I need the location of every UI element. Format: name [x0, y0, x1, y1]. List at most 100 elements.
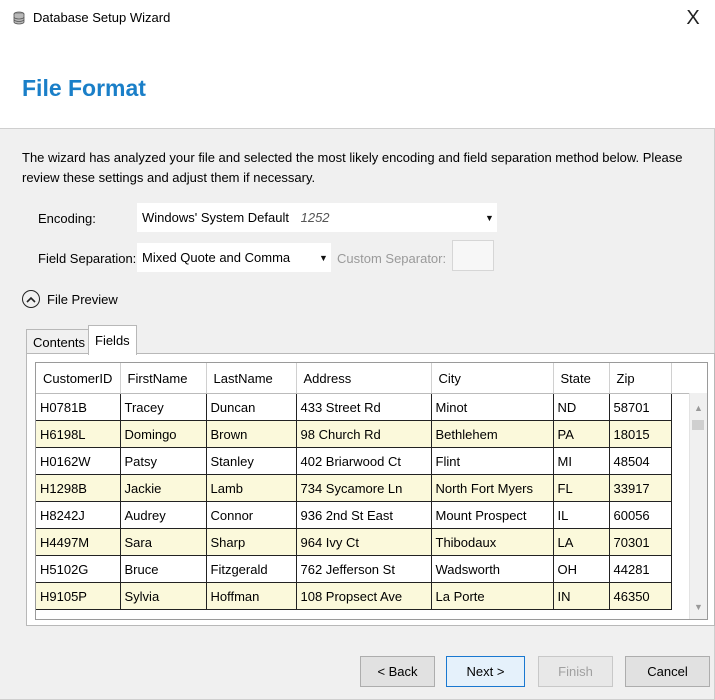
back-button[interactable]: < Back — [360, 656, 435, 687]
encoding-dropdown[interactable]: Windows' System Default 1252 ▼ — [137, 203, 497, 232]
table-row[interactable]: H0781B Tracey Duncan 433 Street Rd Minot ND 58… — [36, 393, 692, 421]
table-row[interactable]: H6198L Domingo Brown 98 Church Rd Bethlehem P… — [36, 420, 692, 448]
table-cell[interactable]: Bethlehem — [431, 420, 554, 448]
page-header: File Format — [0, 36, 715, 129]
table-cell[interactable]: Connor — [206, 501, 297, 529]
wizard-window: Database Setup Wizard X File Format The … — [0, 0, 715, 700]
table-row[interactable]: H9105P Sylvia Hoffman 108 Propsect Ave La Po… — [36, 582, 692, 610]
database-icon — [13, 11, 25, 25]
table-cell[interactable]: OH — [553, 555, 610, 583]
table-cell[interactable]: IL — [553, 501, 610, 529]
page-title: File Format — [22, 75, 146, 101]
custom-separator-input[interactable] — [452, 240, 494, 271]
column-header-address[interactable]: Address — [296, 363, 432, 394]
column-header-firstname[interactable]: FirstName — [120, 363, 207, 394]
encoding-name: Windows' System Default — [142, 210, 289, 225]
table-cell[interactable]: Sharp — [206, 528, 297, 556]
table-cell[interactable]: 734 Sycamore Ln — [296, 474, 432, 502]
table-cell[interactable]: LA — [553, 528, 610, 556]
vertical-scrollbar[interactable]: ▲ ▼ — [689, 393, 707, 619]
table-cell[interactable]: North Fort Myers — [431, 474, 554, 502]
table-cell[interactable]: Thibodaux — [431, 528, 554, 556]
table-row[interactable]: H1298B Jackie Lamb 734 Sycamore Ln North For… — [36, 474, 692, 502]
table-cell[interactable]: Lamb — [206, 474, 297, 502]
table-cell[interactable]: Wadsworth — [431, 555, 554, 583]
next-button[interactable]: Next > — [446, 656, 525, 687]
table-cell[interactable]: MI — [553, 447, 610, 475]
table-cell[interactable]: H5102G — [36, 555, 121, 583]
chevron-down-icon: ▼ — [485, 213, 494, 223]
finish-button[interactable]: Finish — [538, 656, 613, 687]
table-cell[interactable]: H8242J — [36, 501, 121, 529]
file-preview-label: File Preview — [47, 292, 118, 307]
column-header-lastname[interactable]: LastName — [206, 363, 297, 394]
tab-contents[interactable]: Contents — [26, 329, 89, 354]
column-header-city[interactable]: City — [431, 363, 554, 394]
table-cell[interactable]: Duncan — [206, 393, 297, 421]
table-cell[interactable]: 48504 — [609, 447, 672, 475]
table-cell[interactable]: H0162W — [36, 447, 121, 475]
table-cell[interactable]: H9105P — [36, 582, 121, 610]
table-cell[interactable]: 18015 — [609, 420, 672, 448]
table-cell[interactable]: Fitzgerald — [206, 555, 297, 583]
field-separation-dropdown[interactable]: Mixed Quote and Comma ▼ — [137, 243, 331, 272]
table-cell[interactable]: La Porte — [431, 582, 554, 610]
table-cell[interactable]: Bruce — [120, 555, 207, 583]
table-cell[interactable]: 60056 — [609, 501, 672, 529]
table-row[interactable]: H8242J Audrey Connor 936 2nd St East Mount P… — [36, 501, 692, 529]
chevron-down-icon: ▼ — [319, 253, 328, 263]
cancel-button[interactable]: Cancel — [625, 656, 710, 687]
table-cell[interactable]: Hoffman — [206, 582, 297, 610]
table-cell[interactable]: Jackie — [120, 474, 207, 502]
table-cell[interactable]: H6198L — [36, 420, 121, 448]
preview-collapse-button[interactable] — [22, 290, 40, 308]
table-cell[interactable]: 108 Propsect Ave — [296, 582, 432, 610]
table-cell[interactable]: 433 Street Rd — [296, 393, 432, 421]
scroll-up-icon[interactable]: ▲ — [694, 403, 703, 413]
table-row[interactable]: H0162W Patsy Stanley 402 Briarwood Ct Flint M… — [36, 447, 692, 475]
table-cell[interactable]: Tracey — [120, 393, 207, 421]
table-cell[interactable]: PA — [553, 420, 610, 448]
table-cell[interactable]: Domingo — [120, 420, 207, 448]
column-header-zip[interactable]: Zip — [609, 363, 672, 394]
table-cell[interactable]: 70301 — [609, 528, 672, 556]
table-row[interactable]: H5102G Bruce Fitzgerald 762 Jefferson St Wad… — [36, 555, 692, 583]
scrollbar-thumb[interactable] — [692, 420, 704, 430]
table-cell[interactable]: 46350 — [609, 582, 672, 610]
table-cell[interactable]: IN — [553, 582, 610, 610]
scroll-down-icon[interactable]: ▼ — [694, 602, 703, 612]
table-cell[interactable]: 936 2nd St East — [296, 501, 432, 529]
table-cell[interactable]: Minot — [431, 393, 554, 421]
table-cell[interactable]: Stanley — [206, 447, 297, 475]
table-row[interactable]: H4497M Sara Sharp 964 Ivy Ct Thibodaux LA 7030… — [36, 528, 692, 556]
table-cell[interactable]: 964 Ivy Ct — [296, 528, 432, 556]
custom-separator-label: Custom Separator: — [337, 251, 447, 266]
table-cell[interactable]: Audrey — [120, 501, 207, 529]
table-cell[interactable]: 762 Jefferson St — [296, 555, 432, 583]
description-text: The wizard has analyzed your file and se… — [22, 150, 683, 185]
table-cell[interactable]: 44281 — [609, 555, 672, 583]
table-cell[interactable]: 33917 — [609, 474, 672, 502]
table-cell[interactable]: Patsy — [120, 447, 207, 475]
table-cell[interactable]: 98 Church Rd — [296, 420, 432, 448]
table-cell[interactable]: Flint — [431, 447, 554, 475]
table-cell[interactable]: H1298B — [36, 474, 121, 502]
table-cell[interactable]: H4497M — [36, 528, 121, 556]
table-cell[interactable]: 402 Briarwood Ct — [296, 447, 432, 475]
title-bar: Database Setup Wizard X — [0, 0, 715, 36]
table-cell[interactable]: Brown — [206, 420, 297, 448]
table-cell[interactable]: Sylvia — [120, 582, 207, 610]
table-cell[interactable]: H0781B — [36, 393, 121, 421]
column-header-state[interactable]: State — [553, 363, 610, 394]
table-cell[interactable]: FL — [553, 474, 610, 502]
fields-grid: CustomerID FirstName LastName Address Ci… — [35, 362, 708, 620]
encoding-value: Windows' System Default 1252 — [142, 210, 330, 225]
close-button[interactable]: X — [671, 0, 715, 36]
column-header-filler — [671, 363, 692, 394]
table-cell[interactable]: 58701 — [609, 393, 672, 421]
table-cell[interactable]: Sara — [120, 528, 207, 556]
tab-fields[interactable]: Fields — [88, 325, 137, 355]
column-header-customerid[interactable]: CustomerID — [36, 363, 121, 394]
table-cell[interactable]: Mount Prospect — [431, 501, 554, 529]
table-cell[interactable]: ND — [553, 393, 610, 421]
